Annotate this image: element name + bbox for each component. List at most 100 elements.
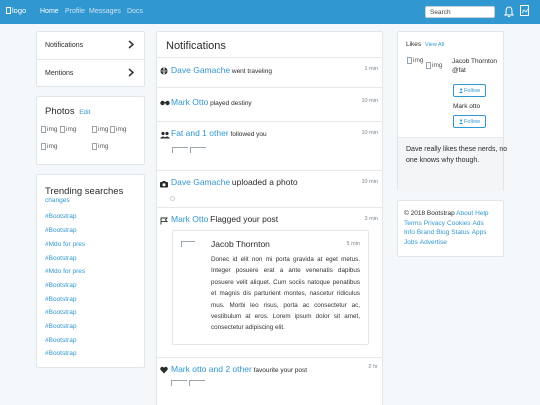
nav-profile[interactable]: Profile [65,8,85,15]
follower-avatar[interactable] [172,147,188,153]
trending-item[interactable]: #Bootstrap [45,227,76,234]
nav-home[interactable]: Home [40,8,59,15]
trending-item[interactable]: #Bootstrap [45,350,76,357]
quoted-post-body: Donec id elit non mi porta gravida at eg… [211,256,360,332]
notification-item[interactable]: Dave Gamache went traveling 1 min [157,57,382,87]
like-user-name[interactable]: Jacob Thornton @fat [452,57,500,75]
footer-link-privacy[interactable]: Privacy [424,220,445,227]
follow-label: Follow [464,87,480,94]
notification-time: 10 min [361,179,378,185]
photo-thumb[interactable]: img [110,126,126,133]
sidebar-item-notifications[interactable]: Notifications [37,32,144,60]
photo-thumb[interactable]: img [60,126,76,133]
footer-link-blog[interactable]: Blog [436,229,449,236]
sidebar-item-mentions[interactable]: Mentions [37,60,144,88]
footer-link-ads[interactable]: Ads [473,220,484,227]
quoted-post-avatar [181,241,195,247]
heart-icon [160,366,168,374]
liker-avatar[interactable] [171,380,187,386]
follower-avatar[interactable] [190,147,206,153]
trending-item[interactable]: #Bootstrap [45,255,76,262]
bell-icon[interactable] [504,6,514,18]
glasses-icon [160,100,170,106]
avatar[interactable] [520,5,530,17]
photo-thumb[interactable]: img [41,143,57,150]
like-user-name[interactable]: Mark otto [453,102,480,111]
view-all-link[interactable]: View All [425,42,444,48]
footer-link-info[interactable]: Info [404,229,415,236]
follow-button[interactable]: Follow [453,84,486,97]
footer-link-advertise[interactable]: Advertise [420,239,447,246]
notification-text: went traveling [231,68,272,75]
trending-item[interactable]: #Bootstrap [45,337,76,344]
footer-link-brand[interactable]: Brand [417,229,434,236]
quoted-post-author[interactable]: Jacob Thornton [211,239,270,249]
trending-item[interactable]: #Mdo for pres [45,241,85,248]
notification-user[interactable]: Dave Gamache [171,65,230,75]
notifications-card: Notifications Dave Gamache went travelin… [156,31,383,405]
footer-link-status[interactable]: Status [451,229,469,236]
notification-text: favourite your post [253,367,308,374]
footer-links: © 2018 Bootstrap About Help Terms Privacy C… [404,209,509,247]
nav-docs[interactable]: Docs [127,8,143,15]
notification-user[interactable]: Mark Otto [171,97,208,107]
notification-user[interactable]: Mark Otto [171,214,208,224]
liker-avatar[interactable] [189,380,205,386]
trending-item[interactable]: #Bootstrap [45,309,76,316]
photo-thumb[interactable] [170,196,175,201]
footer-link-terms[interactable]: Terms [404,220,422,227]
nav-messages[interactable]: Messages [89,8,121,15]
likes-title: Likes View All [406,41,444,48]
sidebar-menu: Notifications Mentions [36,31,145,87]
follow-label: Follow [464,118,480,125]
broken-image-icon [6,7,11,14]
trending-item[interactable]: #Bootstrap [45,296,76,303]
notification-item[interactable]: Dave Gamache uploaded a photo 10 min [157,170,382,207]
like-avatar[interactable]: img [426,62,442,69]
footer-link-apps[interactable]: Apps [472,229,487,236]
notification-text: played destiny [210,100,252,107]
trending-item[interactable]: #Bootstrap [45,323,76,330]
trending-item[interactable]: #Bootstrap [45,213,76,220]
notification-text: followed you [230,131,267,138]
notification-user[interactable]: Fat and 1 other [171,128,229,138]
notification-item[interactable]: Mark Otto Flagged your post 3 min Jacob … [157,207,382,357]
follow-button[interactable]: Follow [453,115,486,128]
quoted-post[interactable]: Jacob Thornton 5 min Donec id elit non m… [172,230,369,345]
logo[interactable]: logo [6,6,26,15]
footer-link-cookies[interactable]: Cookies [447,220,470,227]
notification-text: Flagged your post [210,214,279,224]
footer-card: © 2018 Bootstrap About Help Terms Privacy C… [397,200,504,257]
notification-time: 3 min [364,216,378,222]
footer-link-help[interactable]: Help [475,210,488,217]
notification-time: 10 min [361,98,378,104]
search-input[interactable]: Search [425,6,495,18]
notification-time: 10 min [361,130,378,136]
chevron-right-icon [128,68,134,77]
photo-thumb[interactable]: img [92,126,108,133]
quoted-post-time: 5 min [346,241,360,247]
notification-item[interactable]: Mark Otto played destiny 10 min [157,87,382,121]
like-avatar[interactable]: img [407,57,423,64]
footer-link-about[interactable]: About [456,210,473,217]
globe-icon [160,67,168,75]
trending-item[interactable]: #Mdo for pres [45,268,85,275]
notification-text: uploaded a photo [231,177,298,187]
notification-user[interactable]: Dave Gamache [171,177,230,187]
navbar: logo Home Profile Messages Docs Search [0,0,540,24]
photos-edit-link[interactable]: Edit [79,109,90,116]
notification-item[interactable]: Mark otto and 2 other favourite your pos… [157,357,382,405]
trending-changes-link[interactable]: changes [45,197,70,204]
photo-thumb[interactable]: img [92,143,108,150]
users-icon [160,131,170,139]
trending-item[interactable]: #Bootstrap [45,282,76,289]
trending-title: Trending searches [45,186,124,197]
footer-link-jobs[interactable]: Jobs [404,239,418,246]
notification-time: 1 min [364,66,378,72]
notification-user[interactable]: Mark otto and 2 other [171,364,252,374]
photos-title-text: Photos [45,106,75,117]
likes-title-text: Likes [406,41,422,48]
notification-item[interactable]: Fat and 1 other followed you 10 min [157,121,382,170]
photo-thumb[interactable]: img [41,126,57,133]
copyright: © 2018 Bootstrap [404,210,455,217]
